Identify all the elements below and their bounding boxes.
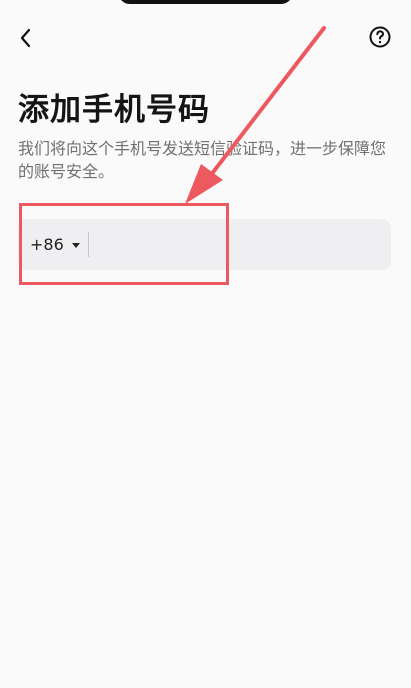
- phone-number-field: +86: [18, 219, 391, 270]
- country-code-selector[interactable]: +86: [30, 219, 80, 270]
- page-title: 添加手机号码: [18, 92, 210, 128]
- country-code-label: +86: [30, 235, 64, 254]
- chevron-left-icon: [20, 28, 31, 48]
- help-button[interactable]: [367, 24, 393, 50]
- page-description: 我们将向这个手机号发送短信验证码，进一步保障您的账号安全。: [18, 139, 387, 181]
- caret-down-icon: [71, 242, 80, 248]
- question-circle-icon: [369, 26, 391, 48]
- phone-number-input[interactable]: [88, 232, 385, 257]
- back-button[interactable]: [10, 20, 42, 56]
- status-bar-notch: [118, 0, 293, 4]
- top-bar: [0, 18, 411, 58]
